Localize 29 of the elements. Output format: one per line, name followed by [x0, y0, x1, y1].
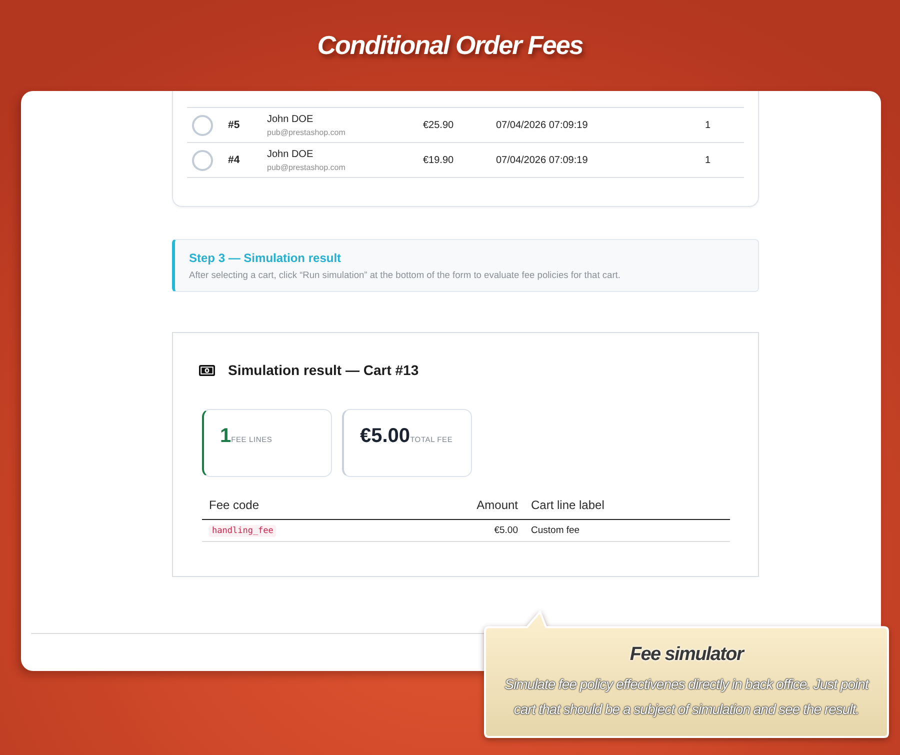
customer-name: John DOE — [267, 114, 314, 124]
callout-text: Simulate fee policy effectivenes directly in back office. Just point cart that should be a subject of simulation and see the result. — [504, 675, 870, 719]
stat-value: 1 — [220, 424, 232, 448]
cart-date: 07/04/2026 07:09:19 — [496, 120, 588, 130]
result-title: Simulation result — Cart #13 — [228, 362, 419, 378]
callout-title: Fee simulator — [628, 644, 746, 666]
column-header: Fee code — [209, 498, 260, 512]
cart-amount: €19.90 — [423, 154, 454, 166]
customer-email: pub@prestashop.com — [267, 162, 346, 172]
customer-email: pub@prestashop.com — [267, 128, 346, 136]
radio-button[interactable] — [192, 114, 213, 136]
fee-code: handling_fee — [209, 524, 276, 536]
table-cell: 1 — [705, 154, 711, 166]
table-cell: 1 — [705, 120, 711, 130]
fee-amount: €5.00 — [494, 525, 518, 536]
step-description: After selecting a cart, click “Run simulation” at the bottom of the form to evaluate fee policies for that cart. — [189, 269, 622, 282]
cart-date: 07/04/2026 07:09:19 — [496, 154, 588, 166]
cart-line-label: Custom fee — [531, 525, 580, 536]
banknote-icon — [199, 364, 215, 376]
step-title: Step 3 — Simulation result — [189, 251, 342, 266]
page-title: Conditional Order Fees — [317, 28, 583, 60]
cart-id: #4 — [228, 154, 240, 166]
customer-name: John DOE — [267, 148, 314, 160]
cart-amount: €25.90 — [423, 120, 454, 130]
column-header: Cart line label — [531, 498, 604, 512]
cart-id: #5 — [228, 119, 240, 131]
column-header: Amount — [476, 498, 518, 512]
radio-button[interactable] — [192, 150, 213, 170]
stat-value: €5.00 — [360, 424, 410, 448]
